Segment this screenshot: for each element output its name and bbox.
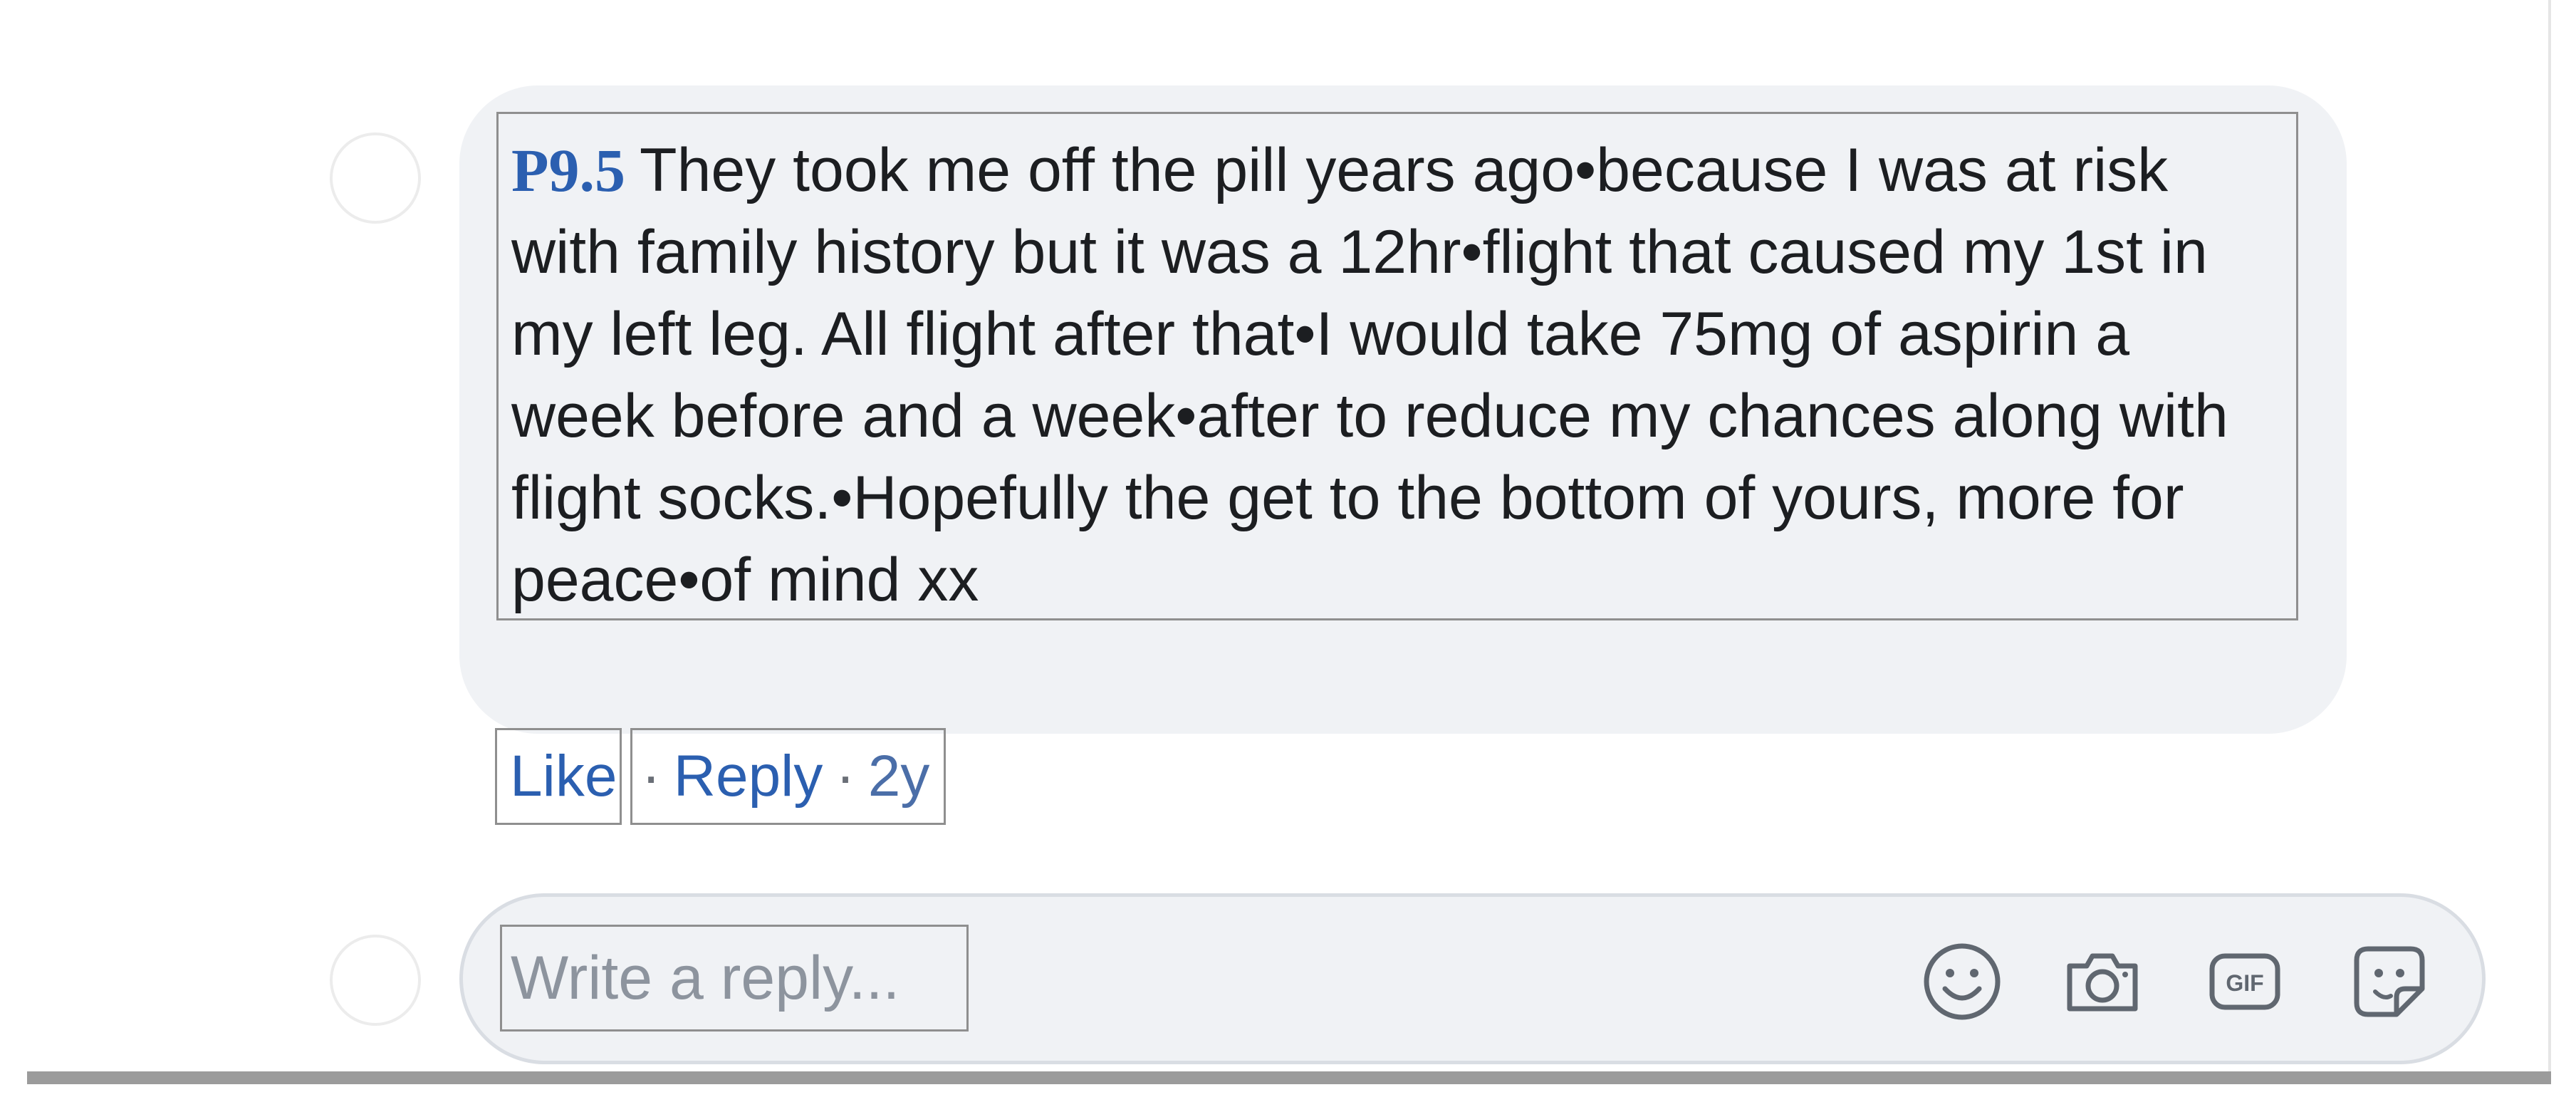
page-right-edge [2548, 0, 2551, 1076]
svg-text:GIF: GIF [2226, 970, 2263, 996]
action-separator: · [835, 744, 855, 809]
bottom-divider [27, 1071, 2551, 1084]
gif-icon[interactable]: GIF [2202, 939, 2288, 1024]
reply-button[interactable]: Reply [674, 743, 823, 810]
comment-actions: Like · Reply · 2y [495, 728, 947, 825]
reply-input[interactable] [500, 925, 969, 1032]
comment-text: They took me off the pill years ago•beca… [511, 136, 2228, 614]
current-user-avatar [330, 935, 421, 1026]
camera-icon[interactable] [2060, 939, 2145, 1024]
like-button[interactable]: Like [495, 728, 622, 825]
comment-meta: · Reply · 2y [630, 728, 947, 825]
commenter-avatar[interactable] [330, 132, 421, 224]
sticker-icon[interactable] [2347, 939, 2432, 1024]
emoji-icon[interactable] [1919, 939, 2005, 1024]
comment-timestamp[interactable]: 2y [868, 743, 930, 810]
comment-body: P9.5 They took me off the pill years ago•… [496, 112, 2298, 620]
comment-tag: P9.5 [511, 136, 626, 204]
action-separator: · [641, 744, 661, 809]
